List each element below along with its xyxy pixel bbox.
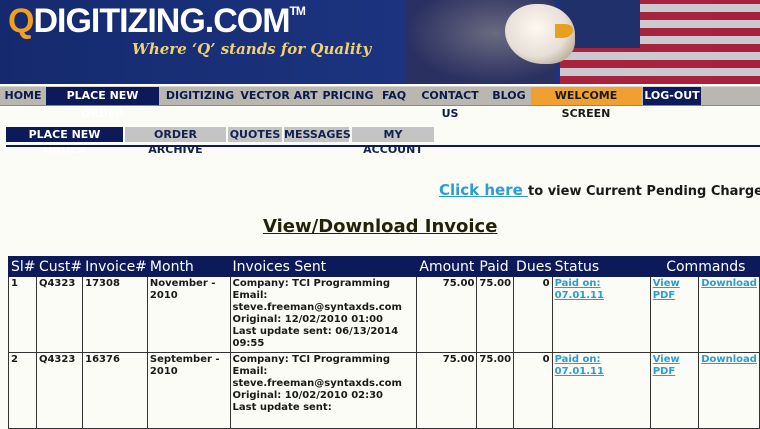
sent-original: Original: 10/02/2010 02:30 — [232, 390, 384, 401]
top-navigation: HOME PLACE NEW ORDER DIGITIZING VECTOR A… — [0, 86, 760, 120]
sent-email: steve.freeman@syntaxds.com — [232, 302, 402, 313]
header-invoice: Invoice# — [82, 256, 148, 277]
cell-dues: 0 — [513, 352, 553, 429]
cell-sl: 2 — [8, 352, 37, 429]
nav-place-new-order[interactable]: PLACE NEW ORDER — [46, 87, 159, 120]
cell-amount: 75.00 — [416, 276, 478, 353]
sent-company: Company: TCI Programming — [232, 278, 391, 289]
header-status: Status — [551, 256, 651, 277]
sent-last-update: Last update sent: — [232, 402, 332, 413]
nav-digitizing[interactable]: DIGITIZING — [162, 87, 238, 105]
tab-messages[interactable]: MESSAGES — [284, 127, 351, 142]
cell-amount: 75.00 — [416, 352, 478, 429]
nav-vector-art[interactable]: VECTOR ART — [240, 87, 318, 105]
pending-charges-line: Click here to view Current Pending Charg… — [439, 181, 760, 199]
sent-email-label: Email: — [232, 290, 268, 301]
cell-invoices-sent: Company: TCI Programming Email: steve.fr… — [229, 352, 418, 429]
cell-view: View PDF — [649, 276, 700, 353]
nav-pricing[interactable]: PRICING — [320, 87, 376, 105]
logo-q: Q — [8, 2, 34, 40]
site-tagline: Where ‘Q’ stands for Quality — [132, 40, 372, 58]
logo-text: DIGITIZING.COM — [33, 2, 290, 40]
sent-last-update: Last update sent: 06/13/2014 09:55 — [232, 326, 399, 349]
nav-welcome-screen[interactable]: WELCOME SCREEN — [531, 87, 641, 120]
nav-faq[interactable]: FAQ — [378, 87, 410, 105]
cell-sl: 1 — [8, 276, 37, 353]
nav-home[interactable]: HOME — [2, 87, 44, 105]
status-link[interactable]: Paid on: 07.01.11 — [555, 278, 604, 301]
cell-view: View PDF — [649, 352, 700, 429]
download-link[interactable]: Download — [701, 278, 757, 289]
pending-charges-text: to view Current Pending Charges — [528, 184, 760, 199]
sent-email-label: Email: — [232, 366, 268, 377]
pending-charges-link[interactable]: Click here — [439, 181, 528, 199]
logo-tm: TM — [289, 4, 306, 18]
site-logo[interactable]: QDIGITIZING.COMTM — [8, 2, 306, 41]
cell-cust: Q4323 — [35, 352, 84, 429]
table-row: 1 Q4323 17308 November - 2010 Company: T… — [8, 276, 760, 353]
status-link[interactable]: Paid on: 07.01.11 — [555, 354, 604, 377]
site-banner: QDIGITIZING.COMTM Where ‘Q’ stands for Q… — [0, 0, 760, 84]
invoice-table-container: Sl# Cust# Invoice# Month Invoices Sent A… — [8, 256, 760, 429]
tab-my-account[interactable]: MY ACCOUNT — [352, 127, 434, 156]
cell-month: September - 2010 — [146, 352, 231, 429]
table-row: 2 Q4323 16376 September - 2010 Company: … — [8, 352, 760, 429]
cell-invoice: 17308 — [82, 276, 148, 353]
invoice-table: Sl# Cust# Invoice# Month Invoices Sent A… — [8, 256, 760, 429]
cell-month: November - 2010 — [146, 276, 231, 353]
header-dues: Dues — [513, 256, 553, 277]
view-pdf-link[interactable]: View PDF — [653, 354, 680, 377]
cell-cust: Q4323 — [35, 276, 84, 353]
cell-download: Download — [698, 276, 760, 353]
cell-download: Download — [698, 352, 760, 429]
header-commands: Commands — [649, 256, 760, 277]
cell-paid: 75.00 — [476, 352, 515, 429]
view-pdf-link[interactable]: View PDF — [653, 278, 680, 301]
tabs-separator — [6, 145, 760, 147]
header-cust: Cust# — [35, 256, 84, 277]
sent-email: steve.freeman@syntaxds.com — [232, 378, 402, 389]
page-title: View/Download Invoice — [263, 216, 498, 237]
sent-company: Company: TCI Programming — [232, 354, 391, 365]
cell-status: Paid on: 07.01.11 — [551, 352, 651, 429]
cell-dues: 0 — [513, 276, 553, 353]
tab-place-new-order[interactable]: PLACE NEW ORDER — [6, 127, 123, 156]
nav-contact-us[interactable]: CONTACT US — [411, 87, 489, 120]
download-link[interactable]: Download — [701, 354, 757, 365]
header-amount: Amount — [416, 256, 478, 277]
tab-order-archive[interactable]: ORDER ARCHIVE — [125, 127, 226, 156]
header-sl: Sl# — [8, 256, 37, 277]
cell-status: Paid on: 07.01.11 — [551, 276, 651, 353]
nav-blog[interactable]: BLOG — [491, 87, 527, 105]
header-month: Month — [146, 256, 231, 277]
nav-log-out[interactable]: LOG-OUT — [643, 87, 701, 105]
table-header-row: Sl# Cust# Invoice# Month Invoices Sent A… — [8, 256, 760, 277]
sent-original: Original: 12/02/2010 01:00 — [232, 314, 384, 325]
header-invoices-sent: Invoices Sent — [229, 256, 418, 277]
tab-quotes[interactable]: QUOTES — [228, 127, 282, 142]
cell-invoices-sent: Company: TCI Programming Email: steve.fr… — [229, 276, 418, 353]
header-paid: Paid — [476, 256, 515, 277]
cell-invoice: 16376 — [82, 352, 148, 429]
cell-paid: 75.00 — [476, 276, 515, 353]
